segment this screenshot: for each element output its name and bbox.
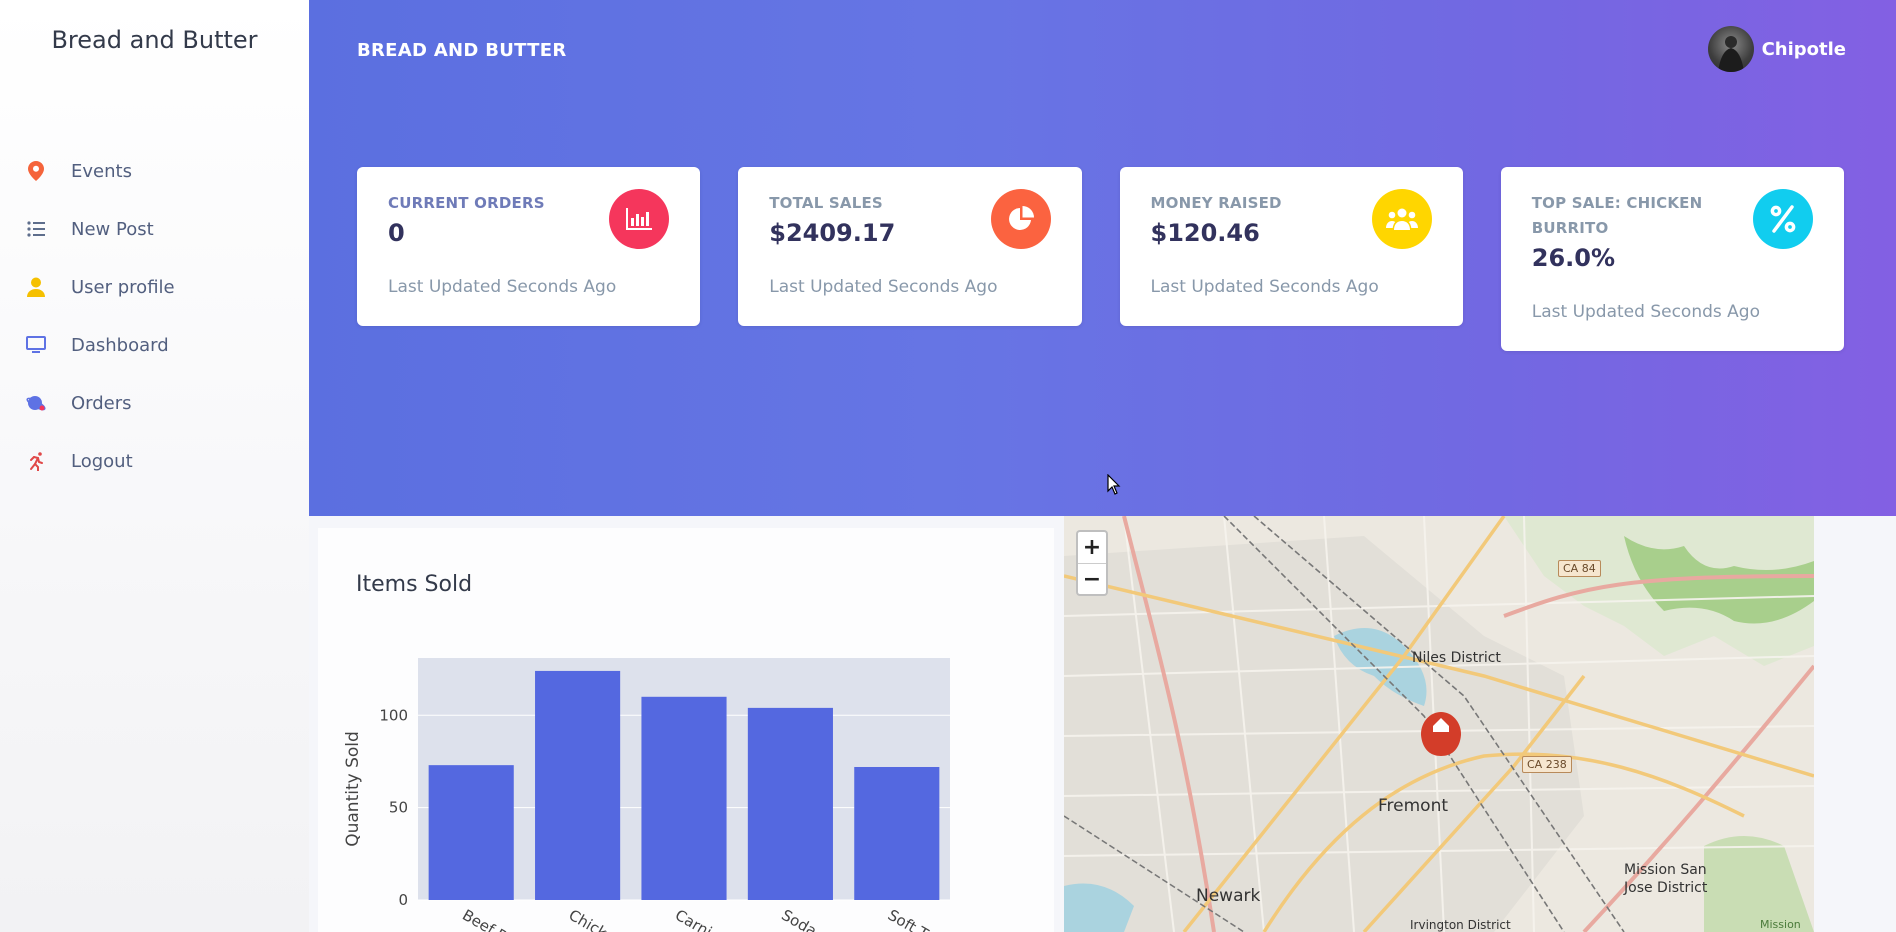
zoom-out-button[interactable]: − <box>1078 563 1106 594</box>
monitor-icon <box>26 335 46 355</box>
users-icon <box>1371 189 1432 249</box>
page-title[interactable]: BREAD AND BUTTER <box>357 40 566 61</box>
sidebar-item-label: User profile <box>71 276 175 298</box>
road-badge-ca238: CA 238 <box>1522 756 1572 773</box>
x-tick-label: Chick <box>566 906 611 932</box>
sidebar-nav: Events New Post User profile Dashboard O… <box>0 142 309 490</box>
list-icon <box>26 219 46 239</box>
bar <box>535 670 621 900</box>
items-sold-chart: 0 50 100 Beef B Chick Carni Soda Soft T Quantity… <box>343 658 950 932</box>
planet-icon <box>26 393 46 413</box>
items-sold-panel: Items Sold 0 50 100 Beef B Chick Carni Soda Sof… <box>318 528 1054 932</box>
road-badge-ca84: CA 84 <box>1558 560 1601 577</box>
bar <box>854 766 940 900</box>
card-value: $2409.17 <box>769 219 896 247</box>
map-label-irvington: Irvington District <box>1410 918 1511 932</box>
y-tick-label: 50 <box>389 799 408 817</box>
x-tick-label: Beef B <box>459 906 511 932</box>
user-name[interactable]: Chipotle <box>1762 39 1846 60</box>
x-tick-label: Carni <box>672 906 715 932</box>
card-label: CURRENT ORDERS <box>388 194 545 212</box>
map-label-fremont: Fremont <box>1378 796 1449 816</box>
map-pin-icon <box>26 161 46 181</box>
x-tick-label: Soda <box>778 906 819 932</box>
card-footer: Last Updated Seconds Ago <box>1531 302 1760 322</box>
sidebar-item-label: Events <box>71 160 132 182</box>
card-label: TOP SALE: CHICKEN BURRITO <box>1531 194 1703 237</box>
mouse-cursor-icon <box>1107 474 1121 495</box>
bar <box>641 696 727 900</box>
map-view[interactable]: + − Niles District Fremont Newark Missio… <box>1064 516 1814 932</box>
map-label-mission-district: Jose District <box>1624 880 1708 896</box>
sidebar-item-label: Orders <box>71 392 132 414</box>
card-current-orders: CURRENT ORDERS 0 Last Updated Seconds Ag… <box>357 167 701 326</box>
bar-chart-icon <box>609 189 670 249</box>
bar <box>428 765 514 900</box>
y-axis-label: Quantity Sold <box>343 731 363 847</box>
map-label-newark: Newark <box>1196 886 1261 906</box>
map-label-mission: Mission San <box>1624 862 1707 878</box>
running-icon <box>26 451 46 471</box>
brand-title[interactable]: Bread and Butter <box>0 26 309 54</box>
x-tick-label: Soft T <box>885 906 932 932</box>
map-label-mission-small: Mission <box>1760 918 1801 931</box>
sidebar: Bread and Butter Events New Post User pr… <box>0 0 309 932</box>
card-footer: Last Updated Seconds Ago <box>1150 277 1379 297</box>
y-tick-label: 100 <box>379 706 408 724</box>
sidebar-item-events[interactable]: Events <box>0 142 309 200</box>
card-label: TOTAL SALES <box>769 194 883 212</box>
sidebar-item-user-profile[interactable]: User profile <box>0 258 309 316</box>
card-money-raised: MONEY RAISED $120.46 Last Updated Second… <box>1119 167 1463 326</box>
bar <box>747 707 833 900</box>
card-top-sale: TOP SALE: CHICKEN BURRITO 26.0% Last Upd… <box>1500 167 1844 351</box>
zoom-in-button[interactable]: + <box>1078 532 1106 563</box>
header-banner: BREAD AND BUTTER Chipotle CURRENT ORDERS… <box>309 0 1896 516</box>
sidebar-item-label: Logout <box>71 450 133 472</box>
card-value: $120.46 <box>1150 219 1260 247</box>
user-icon <box>26 277 46 297</box>
sidebar-item-new-post[interactable]: New Post <box>0 200 309 258</box>
sidebar-item-label: Dashboard <box>71 334 169 356</box>
sidebar-item-logout[interactable]: Logout <box>0 432 309 490</box>
user-menu[interactable]: Chipotle <box>1707 26 1846 72</box>
card-label: MONEY RAISED <box>1150 194 1282 212</box>
sidebar-item-label: New Post <box>71 218 154 240</box>
card-footer: Last Updated Seconds Ago <box>388 277 617 297</box>
card-footer: Last Updated Seconds Ago <box>769 277 998 297</box>
sidebar-item-dashboard[interactable]: Dashboard <box>0 316 309 374</box>
stats-cards: CURRENT ORDERS 0 Last Updated Seconds Ag… <box>357 167 1844 351</box>
map-label-niles: Niles District <box>1412 650 1501 666</box>
pie-chart-icon <box>990 189 1051 249</box>
card-value: 0 <box>388 219 405 247</box>
avatar[interactable] <box>1707 26 1754 72</box>
card-total-sales: TOTAL SALES $2409.17 Last Updated Second… <box>738 167 1082 326</box>
map-zoom-control: + − <box>1076 530 1108 596</box>
sidebar-item-orders[interactable]: Orders <box>0 374 309 432</box>
card-value: 26.0% <box>1531 244 1616 272</box>
y-tick-label: 0 <box>398 891 408 909</box>
percent-icon <box>1753 189 1813 249</box>
